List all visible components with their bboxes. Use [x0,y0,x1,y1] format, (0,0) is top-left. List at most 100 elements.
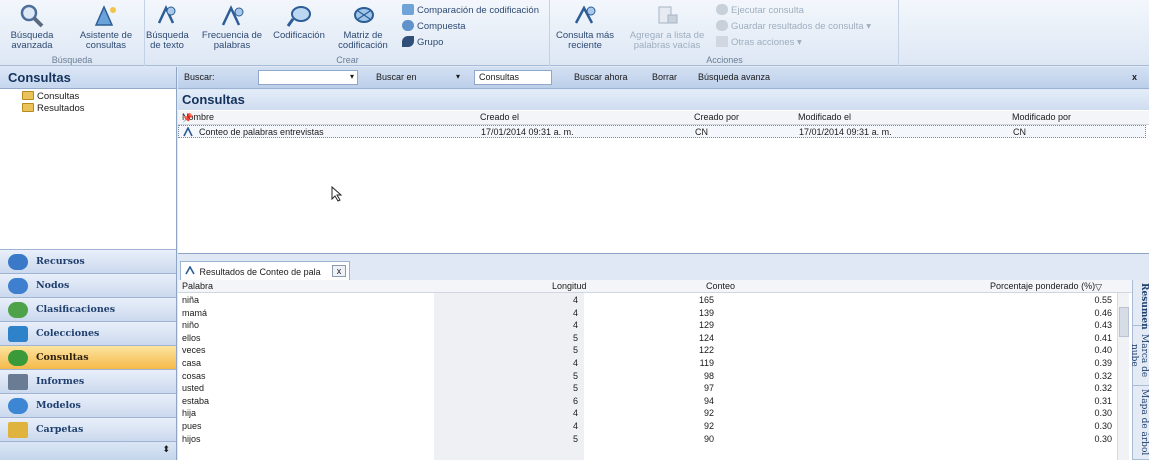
queries-icon [8,350,28,366]
table-row[interactable]: niña 4 165 0.55 [178,294,1118,305]
recent-query-button[interactable]: Consulta más reciente [555,3,615,51]
length-cell: 5 [572,383,578,394]
weighted-percentage-cell: 0.31 [1094,395,1112,406]
save-results-icon [716,20,728,31]
query-name: Conteo de palabras entrevistas [199,127,324,137]
column-header-created-by[interactable]: Creado por [694,112,739,122]
coding-matrix-icon [354,7,374,23]
weighted-percentage-cell: 0.55 [1094,295,1112,305]
search-in-field[interactable]: Consultas [474,70,552,85]
count-cell: 90 [703,433,714,444]
word-frequency-button[interactable]: Frecuencia de palabras [196,3,268,51]
add-stopwords-button[interactable]: Agregar a lista de palabras vacías [621,3,713,51]
scrollbar-thumb[interactable] [1119,307,1129,337]
table-row[interactable]: veces 5 122 0.40 [178,344,1118,355]
weighted-percentage-cell: 0.41 [1094,332,1112,343]
modified-on: 17/01/2014 09:31 a. m. [799,127,892,137]
table-row[interactable]: cosas 5 98 0.32 [178,370,1118,381]
find-bar: Buscar: ▾ Buscar en ▾ Consultas Buscar a… [178,67,1149,89]
length-cell: 4 [572,320,578,331]
advanced-find-button[interactable]: Búsqueda avanza [698,72,770,82]
nav-colecciones[interactable]: Colecciones [0,321,176,345]
query-wizard-button[interactable]: Asistente de consultas [74,3,138,51]
table-row[interactable]: pues 4 92 0.30 [178,420,1118,431]
ribbon-group-label: Búsqueda [51,55,93,65]
folder-icon [22,91,34,100]
word-cell: estaba [182,395,210,406]
count-cell: 97 [703,383,714,394]
compound-button[interactable]: Compuesta [402,20,466,32]
word-cell: niño [182,320,200,331]
group-query-button[interactable]: Grupo [402,36,443,48]
count-cell: 129 [698,320,714,331]
search-in-button[interactable]: Buscar en [376,72,417,82]
coding-comparison-button[interactable]: Comparación de codificación [402,4,539,16]
word-cell: niña [182,295,200,305]
tab-results[interactable]: Resultados de Conteo de pala x [180,261,350,280]
reports-icon [8,374,28,390]
table-row[interactable]: Conteo de palabras entrevistas 17/01/201… [178,125,1146,138]
created-by: CN [695,127,708,137]
text-search-button[interactable]: Búsqueda de texto [146,3,189,51]
nav-recursos[interactable]: Recursos [0,249,176,273]
table-row[interactable]: hijos 5 90 0.30 [178,433,1118,444]
count-cell: 119 [699,358,714,368]
word-cell: mamá [182,307,208,318]
weighted-percentage-cell: 0.30 [1094,421,1112,431]
length-cell: 5 [572,345,578,356]
close-tab-button[interactable]: x [332,265,346,277]
tab-summary[interactable]: Resumen [1133,280,1149,330]
text-search-icon [157,5,176,24]
nav-nodos[interactable]: Nodos [0,273,176,297]
nav-configure-bar[interactable]: ⬍ [0,441,176,460]
table-row[interactable]: casa 4 119 0.39 [178,357,1118,368]
column-header-word[interactable]: Palabra [182,281,213,291]
find-now-button[interactable]: Buscar ahora [574,72,628,82]
word-frequency-query-icon [183,126,195,139]
table-row[interactable]: ellos 5 124 0.41 [178,332,1118,343]
table-row[interactable]: mamá 4 139 0.46 [178,307,1118,318]
run-query-button[interactable]: Ejecutar consulta [716,4,804,16]
close-find-bar-button[interactable]: x [1132,72,1137,82]
weighted-percentage-cell: 0.39 [1094,358,1112,368]
coding-matrix-button[interactable]: Matriz de codificación [332,3,394,51]
modified-by: CN [1013,127,1026,137]
column-header-modified-on[interactable]: Modificado el [798,112,851,122]
group-icon [402,36,414,47]
other-actions-button[interactable]: Otras acciones ▾ [716,36,802,48]
nav-consultas[interactable]: Consultas [0,345,176,369]
nav-clasificaciones[interactable]: Clasificaciones [0,297,176,321]
classifications-icon [8,302,28,318]
advanced-search-button[interactable]: Búsqueda avanzada [2,3,62,51]
column-header-name[interactable]: 📌 Nombre [182,112,214,123]
length-cell: 5 [572,370,578,381]
clear-button[interactable]: Borrar [652,72,677,82]
column-header-weighted-percentage[interactable]: Porcentaje ponderado (%) ▽ [990,281,1102,292]
count-cell: 124 [698,332,714,343]
column-header-created-on[interactable]: Creado el [480,112,519,122]
coding-icon [286,6,311,27]
table-row[interactable]: hija 4 92 0.30 [178,407,1118,418]
search-input[interactable]: ▾ [258,70,358,85]
nav-informes[interactable]: Informes [0,369,176,393]
tree-item-resultados[interactable]: Resultados [22,103,85,114]
table-row[interactable]: niño 4 129 0.43 [178,319,1118,330]
tree-item-consultas[interactable]: Consultas [22,91,79,102]
length-cell: 4 [572,307,578,318]
save-results-button[interactable]: Guardar resultados de consulta ▾ [716,20,871,32]
table-row[interactable]: usted 5 97 0.32 [178,382,1118,393]
column-header-modified-by[interactable]: Modificado por [1012,112,1071,122]
column-header-count[interactable]: Conteo [706,281,735,291]
tab-tree-map[interactable]: Mapa de árbol [1133,386,1149,460]
coding-button[interactable]: Codificación [268,3,330,41]
column-header-length[interactable]: Longitud [552,281,587,291]
nav-carpetas[interactable]: Carpetas [0,417,176,441]
word-cell: hija [182,408,197,419]
results-vertical-scrollbar[interactable] [1117,293,1129,460]
nav-modelos[interactable]: Modelos [0,393,176,417]
tab-word-cloud[interactable]: Marca de nube [1129,326,1149,386]
chevron-down-icon[interactable]: ▾ [456,72,460,81]
table-row[interactable]: estaba 6 94 0.31 [178,395,1118,406]
length-cell: 4 [572,295,578,305]
stopwords-list-icon [658,6,678,24]
